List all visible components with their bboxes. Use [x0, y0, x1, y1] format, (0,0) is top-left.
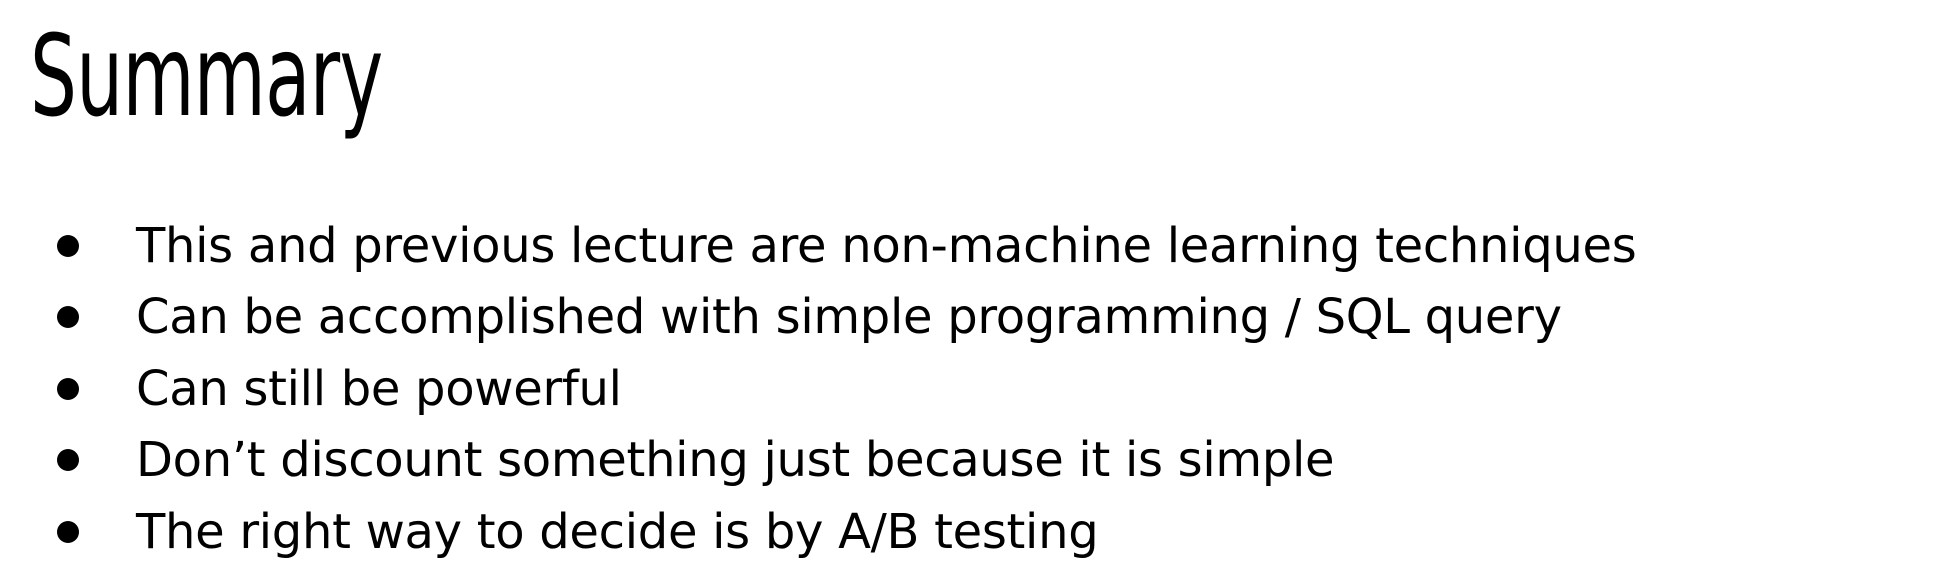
bullet-dot-icon — [57, 520, 79, 543]
slide: Summary This and previous lecture are no… — [0, 0, 1954, 580]
bullet-text: The right way to decide is by A/B testin… — [136, 503, 1099, 560]
bullet-dot-icon — [57, 449, 79, 472]
bullet-text: This and previous lecture are non-machin… — [136, 217, 1637, 274]
bullet-dot-icon — [57, 377, 79, 400]
bullet-text: Can be accomplished with simple programm… — [136, 289, 1562, 346]
bullet-dot-icon — [57, 306, 79, 329]
slide-title: Summary — [30, 12, 383, 142]
bullet-text: Can still be powerful — [136, 360, 622, 417]
bullet-dot-icon — [57, 234, 79, 257]
bullet-text: Don’t discount something just because it… — [136, 432, 1335, 489]
